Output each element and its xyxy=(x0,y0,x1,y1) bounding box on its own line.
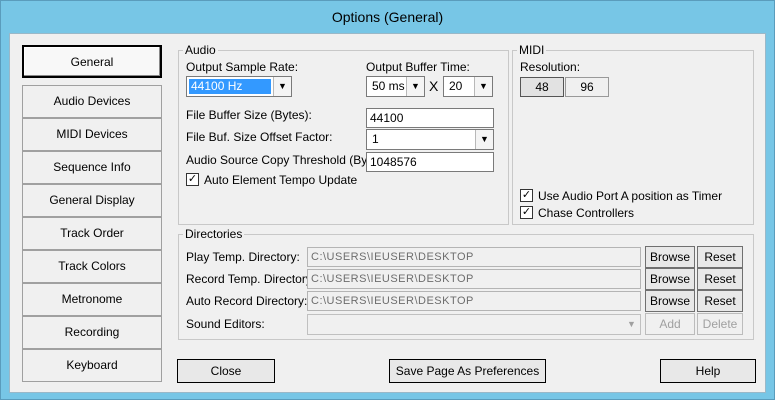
output-sample-rate-label: Output Sample Rate: xyxy=(186,60,299,74)
buffer-count-value: 20 xyxy=(449,79,463,93)
tab-audio-devices[interactable]: Audio Devices xyxy=(22,85,162,118)
checkmark-icon: ✓ xyxy=(520,206,533,219)
tab-metronome[interactable]: Metronome xyxy=(22,283,162,316)
file-buf-offset-value: 1 xyxy=(372,132,379,146)
tab-track-order[interactable]: Track Order xyxy=(22,217,162,250)
file-buf-offset-label: File Buf. Size Offset Factor: xyxy=(186,130,333,144)
help-button[interactable]: Help xyxy=(660,359,756,383)
buffer-time-value: 50 ms xyxy=(372,79,405,93)
tab-general[interactable]: General xyxy=(22,45,162,78)
chevron-down-icon[interactable]: ▼ xyxy=(406,77,424,96)
dialog-client-area: General Audio Devices MIDI Devices Seque… xyxy=(9,33,766,393)
auto-record-dir-label: Auto Record Directory: xyxy=(186,294,308,308)
buffer-time-select[interactable]: 50 ms ▼ xyxy=(366,76,425,97)
output-sample-rate-select[interactable]: 44100 Hz ▼ xyxy=(186,76,292,97)
add-editor-button[interactable]: Add xyxy=(645,313,695,335)
use-port-a-checkbox[interactable]: ✓ Use Audio Port A position as Timer xyxy=(520,188,750,204)
delete-editor-button[interactable]: Delete xyxy=(697,313,743,335)
play-temp-dir-label: Play Temp. Directory: xyxy=(186,250,300,264)
tab-general-display[interactable]: General Display xyxy=(22,184,162,217)
file-buf-offset-select[interactable]: 1 ▼ xyxy=(366,129,494,150)
output-sample-rate-value: 44100 Hz xyxy=(189,79,271,94)
play-temp-browse-button[interactable]: Browse xyxy=(645,246,695,268)
directories-group-legend: Directories xyxy=(185,227,243,241)
auto-tempo-checkbox[interactable]: ✓ Auto Element Tempo Update xyxy=(186,172,426,188)
sound-editors-label: Sound Editors: xyxy=(186,317,265,331)
play-temp-dir-field[interactable]: C:\USERS\IEUSER\DESKTOP xyxy=(307,247,641,267)
resolution-96-button[interactable]: 96 xyxy=(565,77,609,97)
auto-record-reset-button[interactable]: Reset xyxy=(697,290,743,312)
record-temp-dir-label: Record Temp. Directory: xyxy=(186,272,316,286)
auto-record-browse-button[interactable]: Browse xyxy=(645,290,695,312)
multiply-symbol: X xyxy=(429,78,439,94)
tab-keyboard[interactable]: Keyboard xyxy=(22,349,162,382)
midi-group-legend: MIDI xyxy=(519,43,545,57)
copy-threshold-label: Audio Source Copy Threshold (Bytes): xyxy=(186,153,391,167)
chevron-down-icon[interactable]: ▼ xyxy=(273,77,291,96)
output-buffer-time-label: Output Buffer Time: xyxy=(366,60,470,74)
file-buffer-size-input[interactable]: 44100 xyxy=(366,108,494,128)
tab-midi-devices[interactable]: MIDI Devices xyxy=(22,118,162,151)
save-page-as-preferences-button[interactable]: Save Page As Preferences xyxy=(389,359,546,383)
resolution-48-button[interactable]: 48 xyxy=(520,77,564,97)
checkmark-icon: ✓ xyxy=(186,173,199,186)
chevron-down-icon[interactable]: ▼ xyxy=(475,130,493,149)
audio-group-legend: Audio xyxy=(185,43,216,57)
buffer-count-select[interactable]: 20 ▼ xyxy=(443,76,493,97)
chase-controllers-checkbox[interactable]: ✓ Chase Controllers xyxy=(520,205,750,221)
chevron-down-icon[interactable]: ▼ xyxy=(622,315,640,334)
copy-threshold-input[interactable]: 1048576 xyxy=(366,152,494,172)
chevron-down-icon[interactable]: ▼ xyxy=(474,77,492,96)
record-temp-dir-field[interactable]: C:\USERS\IEUSER\DESKTOP xyxy=(307,269,641,289)
close-button[interactable]: Close xyxy=(177,359,275,383)
tab-recording[interactable]: Recording xyxy=(22,316,162,349)
tab-sequence-info[interactable]: Sequence Info xyxy=(22,151,162,184)
sound-editors-select[interactable]: ▼ xyxy=(307,314,641,335)
use-port-a-label: Use Audio Port A position as Timer xyxy=(538,189,723,203)
checkmark-icon: ✓ xyxy=(520,189,533,202)
auto-tempo-label: Auto Element Tempo Update xyxy=(204,173,358,187)
auto-record-dir-field[interactable]: C:\USERS\IEUSER\DESKTOP xyxy=(307,291,641,311)
options-window: Options (General) General Audio Devices … xyxy=(0,0,775,400)
resolution-label: Resolution: xyxy=(520,60,581,74)
chase-controllers-label: Chase Controllers xyxy=(538,206,635,220)
play-temp-reset-button[interactable]: Reset xyxy=(697,246,743,268)
file-buffer-size-label: File Buffer Size (Bytes): xyxy=(186,108,312,122)
window-title[interactable]: Options (General) xyxy=(1,1,774,33)
tab-track-colors[interactable]: Track Colors xyxy=(22,250,162,283)
record-temp-reset-button[interactable]: Reset xyxy=(697,268,743,290)
record-temp-browse-button[interactable]: Browse xyxy=(645,268,695,290)
